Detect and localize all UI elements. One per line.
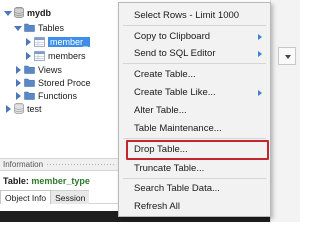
database-icon	[14, 103, 24, 114]
menu-item-label: Send to SQL Editor	[134, 48, 216, 59]
menu-item-truncate-table[interactable]: Truncate Table...	[119, 160, 270, 177]
menu-item-refresh-all[interactable]: Refresh All	[119, 198, 270, 215]
expand-arrow-icon[interactable]	[24, 51, 32, 60]
menu-item-send-to-sql-editor[interactable]: Send to SQL Editor	[119, 45, 270, 62]
menu-item-alter-table[interactable]: Alter Table...	[119, 102, 270, 119]
stored-procedures-node[interactable]: Stored Proce	[14, 76, 91, 89]
collapse-arrow-icon[interactable]	[4, 9, 12, 17]
collapse-arrow-icon[interactable]	[14, 24, 22, 32]
table-label: members	[48, 50, 86, 61]
panel-grip[interactable]	[46, 163, 116, 167]
expand-arrow-icon[interactable]	[4, 104, 12, 113]
functions-label: Functions	[38, 90, 78, 101]
tab-session[interactable]: Session	[51, 190, 90, 204]
menu-item-table-maintenance[interactable]: Table Maintenance...	[119, 120, 270, 137]
views-label: Views	[38, 64, 62, 75]
schema-label: test	[27, 103, 42, 114]
submenu-arrow-icon	[258, 90, 262, 96]
tables-node[interactable]: Tables	[14, 21, 64, 34]
menu-separator	[123, 63, 266, 64]
info-table-name: member_type	[31, 176, 90, 186]
schema-node-mydb[interactable]: mydb	[4, 6, 51, 19]
stored-procedures-label: Stored Proce	[38, 77, 91, 88]
information-panel-header: Information	[0, 159, 120, 171]
tab-object-info[interactable]: Object Info	[0, 190, 52, 204]
menu-item-label: Create Table Like...	[134, 87, 216, 98]
menu-item-copy-to-clipboard[interactable]: Copy to Clipboard	[119, 28, 270, 45]
database-icon	[14, 7, 24, 18]
table-node[interactable]: members	[24, 49, 86, 62]
table-icon	[34, 50, 45, 61]
folder-icon	[24, 23, 35, 32]
schema-node-test[interactable]: test	[4, 102, 42, 115]
functions-node[interactable]: Functions	[14, 89, 77, 102]
menu-item-label: Copy to Clipboard	[134, 31, 211, 42]
menu-item-create-table-like[interactable]: Create Table Like...	[119, 84, 270, 101]
menu-item-search-table-data[interactable]: Search Table Data...	[119, 180, 270, 197]
schema-label: mydb	[27, 7, 52, 18]
menu-item-create-table[interactable]: Create Table...	[119, 66, 270, 83]
info-tabs: Object Info Session	[0, 190, 120, 204]
tables-label: Tables	[38, 22, 65, 33]
info-table-prefix: Table:	[3, 176, 32, 186]
submenu-arrow-icon	[258, 51, 262, 57]
dropdown-button[interactable]	[278, 47, 296, 65]
menu-separator	[123, 138, 266, 139]
menu-item-select-rows[interactable]: Select Rows - Limit 1000	[119, 7, 270, 24]
expand-arrow-icon[interactable]	[24, 37, 32, 46]
context-menu: Select Rows - Limit 1000 Copy to Clipboa…	[118, 2, 271, 217]
folder-icon	[24, 78, 35, 87]
table-node-selected[interactable]: member_	[24, 35, 91, 48]
info-table-line: Table: member_type	[3, 176, 90, 186]
information-title: Information	[3, 160, 44, 169]
menu-separator	[123, 25, 266, 26]
folder-icon	[24, 91, 35, 100]
expand-arrow-icon[interactable]	[14, 78, 22, 87]
expand-arrow-icon[interactable]	[14, 65, 22, 74]
menu-separator	[123, 178, 266, 179]
table-icon	[34, 36, 45, 47]
submenu-arrow-icon	[258, 34, 262, 40]
views-node[interactable]: Views	[14, 63, 62, 76]
selected-table-label: member_	[48, 36, 91, 47]
expand-arrow-icon[interactable]	[14, 91, 22, 100]
editor-edge	[270, 0, 300, 222]
drop-table-highlight	[126, 140, 269, 160]
folder-icon	[24, 65, 35, 74]
